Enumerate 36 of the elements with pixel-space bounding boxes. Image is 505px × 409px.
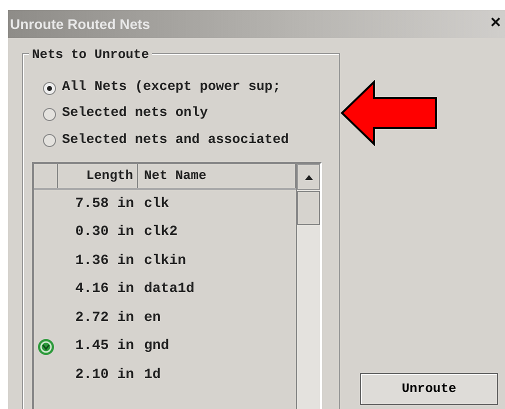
arrow-icon (340, 80, 440, 146)
net-name-cell: clk (144, 196, 170, 212)
close-button[interactable]: × (490, 15, 501, 33)
radio-button[interactable] (43, 134, 56, 148)
unroute-button[interactable]: Unroute (360, 373, 498, 405)
table-row[interactable]: 1.36 in clkin (34, 247, 296, 276)
table-row[interactable]: 4.16 in data1d (34, 276, 296, 304)
scroll-thumb[interactable] (297, 191, 320, 225)
net-name-cell: data1d (144, 281, 194, 298)
net-name-cell: en (144, 310, 161, 326)
radio-button[interactable] (43, 82, 56, 95)
table-row[interactable]: 1.45 in gnd (34, 332, 296, 361)
scroll-up-button[interactable] (297, 164, 320, 190)
table-row[interactable]: 2.10 in 1d (34, 361, 296, 390)
length-cell-text: 7.58 in (75, 194, 134, 214)
length-cell-text: 2.10 in (75, 366, 134, 385)
window-title: Unroute Routed Nets (10, 14, 150, 34)
radio-label[interactable]: Selected nets only (62, 104, 208, 124)
radio-label[interactable]: All Nets (except power sup; (62, 78, 281, 98)
table-row[interactable]: 2.72 in en (34, 304, 296, 332)
scrollbar[interactable] (296, 164, 320, 409)
length-cell-text: 1.36 in (75, 252, 134, 271)
length-cell-text: 0.30 in (75, 223, 134, 242)
length-cell-text: 4.16 in (75, 280, 134, 300)
net-name-cell: clk2 (144, 224, 178, 240)
column-header[interactable]: Length (58, 164, 138, 188)
table-row[interactable]: 0.30 in clk2 (34, 218, 296, 247)
length-cell-text: 2.72 in (75, 308, 134, 328)
radio-button[interactable] (43, 108, 56, 121)
net-name-cell: clkin (144, 252, 186, 269)
radio-label[interactable]: Selected nets and associated (62, 130, 289, 151)
table-row[interactable]: 7.58 in clk (34, 190, 296, 218)
length-cell-text: 1.45 in (75, 337, 134, 356)
net-name-cell: 1d (144, 366, 161, 383)
net-name-cell: gnd (144, 338, 170, 354)
up-arrow-icon (304, 174, 312, 180)
